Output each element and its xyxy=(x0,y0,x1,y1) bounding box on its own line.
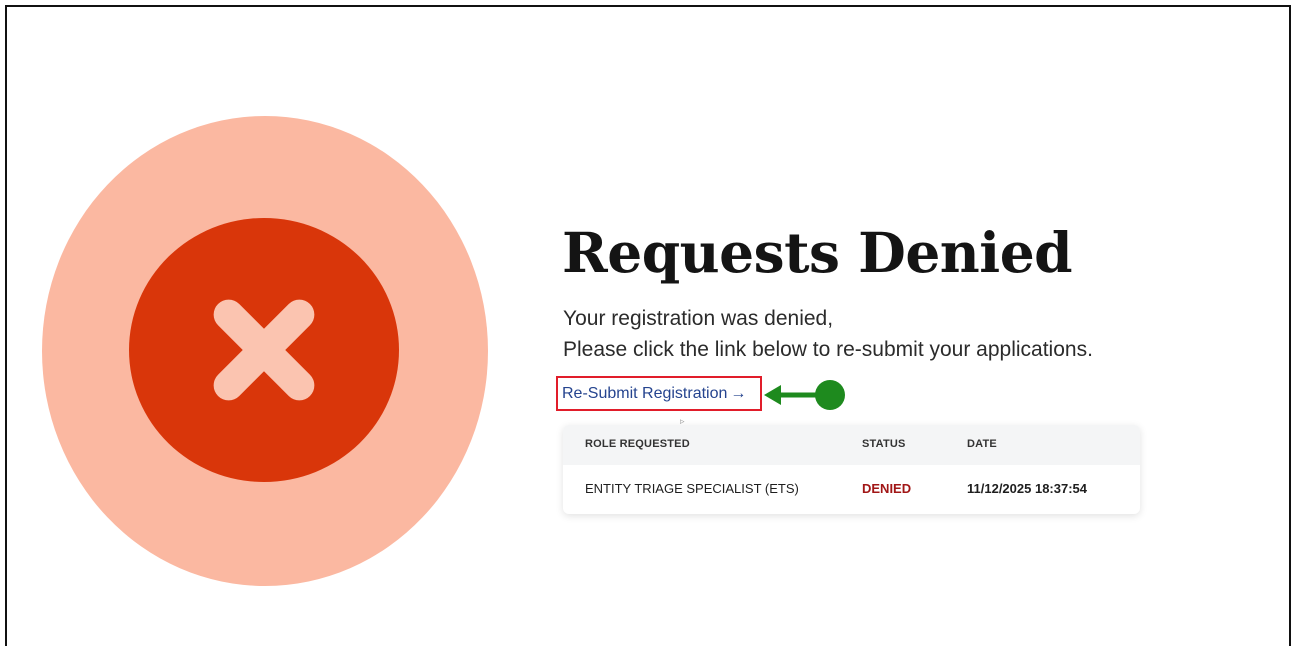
resubmit-registration-link[interactable]: Re-Submit Registration → xyxy=(562,384,746,404)
cell-date: 11/12/2025 18:37:54 xyxy=(967,481,1087,496)
column-header-status: STATUS xyxy=(862,438,906,450)
resubmit-link-label: Re-Submit Registration xyxy=(562,385,728,402)
mouse-cursor-icon: ▹ xyxy=(680,416,685,426)
error-x-icon xyxy=(200,286,328,414)
cell-role: ENTITY TRIAGE SPECIALIST (ETS) xyxy=(585,481,799,496)
denied-message: Your registration was denied, xyxy=(563,307,834,330)
resubmit-instruction: Please click the link below to re-submit… xyxy=(563,338,1093,361)
arrow-right-icon: → xyxy=(730,385,747,402)
column-header-role: ROLE REQUESTED xyxy=(585,438,690,450)
column-header-date: DATE xyxy=(967,438,997,450)
green-arrow-pointer-icon xyxy=(764,380,845,410)
status-badge: DENIED xyxy=(862,481,912,496)
requests-table: ROLE REQUESTED STATUS DATE ENTITY TRIAGE… xyxy=(563,425,1140,514)
page-title: Requests Denied xyxy=(562,220,1073,285)
